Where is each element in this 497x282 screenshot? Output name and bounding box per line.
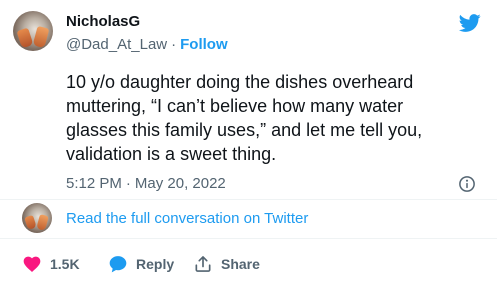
author-handle[interactable]: @Dad_At_Law [66, 36, 167, 53]
reply-button[interactable]: Reply [108, 253, 174, 275]
reply-label: Reply [136, 256, 175, 272]
author-handle-row: @Dad_At_Law · Follow [66, 36, 228, 53]
share-button[interactable]: Share [193, 253, 260, 275]
info-icon[interactable] [458, 175, 476, 193]
divider [0, 199, 497, 200]
tweet-actions: 1.5K Reply Share [0, 253, 497, 275]
reply-bubble-icon [109, 256, 127, 273]
tweet-date: May 20, 2022 [134, 175, 226, 192]
tweet-time: 5:12 PM [66, 175, 122, 192]
author-avatar[interactable] [13, 11, 53, 51]
tweet-text: 10 y/o daughter doing the dishes overhea… [66, 72, 423, 164]
follow-button[interactable]: Follow [180, 36, 228, 53]
share-icon [195, 256, 211, 272]
like-button[interactable]: 1.5K [22, 253, 80, 275]
conversation-avatar [22, 203, 52, 233]
separator-dot: · [125, 175, 131, 192]
share-label: Share [221, 256, 260, 272]
read-conversation-link[interactable]: Read the full conversation on Twitter [66, 210, 308, 227]
avatar-glass-right [32, 25, 50, 49]
twitter-bird-icon[interactable] [457, 12, 483, 34]
divider [0, 238, 497, 239]
avatar-glass-right [36, 214, 49, 231]
avatar-glass-left [16, 27, 34, 49]
avatar-glass-left [24, 214, 37, 231]
heart-icon [23, 256, 41, 272]
tweet-timestamp[interactable]: 5:12 PM · May 20, 2022 [66, 175, 226, 192]
like-count: 1.5K [50, 256, 80, 272]
author-name[interactable]: NicholasG [66, 13, 140, 30]
tweet-embed-card: NicholasG @Dad_At_Law · Follow 10 y/o daug… [0, 0, 497, 282]
separator-dot: · [171, 36, 177, 53]
